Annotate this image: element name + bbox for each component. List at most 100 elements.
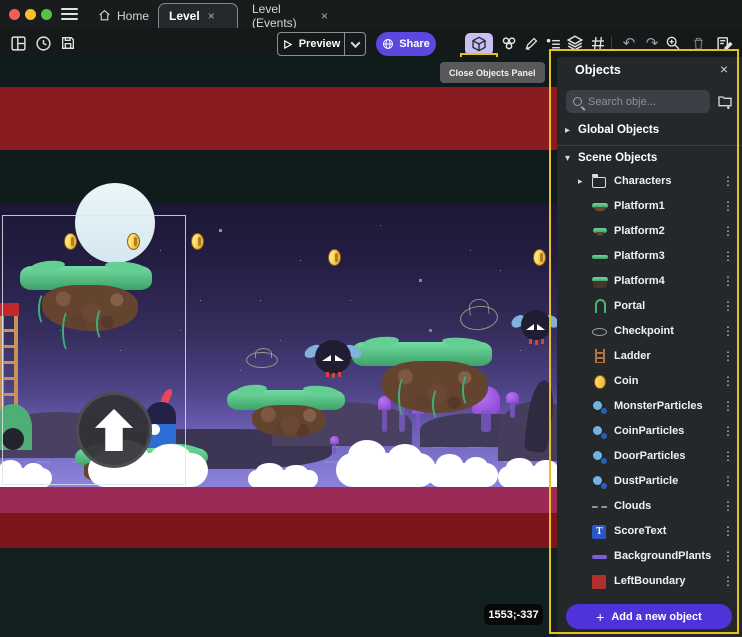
cloud-instance[interactable] (248, 470, 318, 488)
coin-instance[interactable] (328, 249, 341, 266)
group-scene-objects[interactable]: ▾ Scene Objects (557, 149, 742, 171)
add-folder-button[interactable] (717, 93, 733, 114)
add-new-object-button[interactable]: + Add a new object (566, 604, 732, 629)
object-menu-icon[interactable]: ⋮ (722, 299, 734, 313)
ground-band-decor (0, 487, 557, 513)
scene-editor-canvas[interactable]: 1553;-337 (0, 57, 557, 637)
group-global-objects[interactable]: ▸ Global Objects (557, 121, 742, 143)
object-row-Platform1[interactable]: Platform1 ⋮ (557, 195, 742, 220)
cloud-instance[interactable] (498, 466, 557, 488)
object-menu-icon[interactable]: ⋮ (722, 524, 734, 538)
window-close-button[interactable] (9, 9, 20, 20)
objects-panel-toggle-button[interactable] (465, 33, 493, 55)
object-menu-icon[interactable]: ⋮ (722, 449, 734, 463)
object-name-label: Platform1 (614, 200, 665, 212)
tab-level-active[interactable]: Level × (158, 3, 238, 28)
chevron-right-icon[interactable]: ▸ (565, 125, 570, 136)
object-groups-button[interactable] (499, 33, 519, 53)
object-row-Platform3[interactable]: Platform3 ⋮ (557, 245, 742, 270)
tab-close-icon[interactable]: × (321, 9, 328, 23)
globe-icon (382, 38, 394, 50)
object-menu-icon[interactable]: ⋮ (722, 249, 734, 263)
edit-scene-properties-button[interactable] (521, 33, 541, 53)
object-row-LeftBoundary[interactable]: LeftBoundary ⋮ (557, 570, 742, 595)
monster-instance[interactable] (306, 338, 360, 376)
cloud-instance[interactable] (336, 453, 436, 487)
version-history-button[interactable] (33, 33, 53, 53)
stars-decor (0, 57, 1, 58)
layers-button[interactable] (565, 33, 585, 53)
edit-objects-button[interactable] (714, 33, 734, 53)
object-menu-icon[interactable]: ⋮ (722, 349, 734, 363)
search-input[interactable] (588, 96, 703, 108)
object-menu-icon[interactable]: ⋮ (722, 199, 734, 213)
tab-level-events[interactable]: Level (Events) × (242, 3, 338, 28)
toggle-panels-button[interactable] (8, 33, 28, 53)
grid-button[interactable] (588, 33, 608, 53)
preview-options-button[interactable] (344, 32, 366, 56)
object-row-Platform2[interactable]: Platform2 ⋮ (557, 220, 742, 245)
object-row-DustParticle[interactable]: DustParticle ⋮ (557, 470, 742, 495)
object-menu-icon[interactable]: ⋮ (722, 424, 734, 438)
object-menu-icon[interactable]: ⋮ (722, 399, 734, 413)
object-menu-icon[interactable]: ⋮ (722, 499, 734, 513)
object-name-label: DustParticle (614, 475, 678, 487)
monster-instance[interactable] (514, 310, 556, 342)
coin-instance[interactable] (533, 249, 546, 266)
object-row-Coin[interactable]: Coin ⋮ (557, 370, 742, 395)
grid-icon (590, 35, 606, 51)
object-name-label: CoinParticles (614, 425, 684, 437)
object-menu-icon[interactable]: ⋮ (722, 474, 734, 488)
object-row-DoorParticles[interactable]: DoorParticles ⋮ (557, 445, 742, 470)
object-name-label: Platform4 (614, 275, 665, 287)
tab-home[interactable]: Home (88, 3, 154, 28)
instances-list-button[interactable] (543, 33, 563, 53)
save-button[interactable] (58, 33, 78, 53)
object-row-Checkpoint[interactable]: Checkpoint ⋮ (557, 320, 742, 345)
redo-icon: ↷ (646, 34, 659, 52)
object-search-box[interactable] (566, 90, 710, 113)
object-row-Clouds[interactable]: Clouds ⋮ (557, 495, 742, 520)
object-row-Ladder[interactable]: Ladder ⋮ (557, 345, 742, 370)
object-menu-icon[interactable]: ⋮ (722, 174, 734, 188)
object-menu-icon[interactable]: ⋮ (722, 274, 734, 288)
window-minimize-button[interactable] (25, 9, 36, 20)
object-menu-icon[interactable]: ⋮ (722, 549, 734, 563)
object-row-Portal[interactable]: Portal ⋮ (557, 295, 742, 320)
delete-button[interactable] (688, 33, 708, 53)
object-row-Platform4[interactable]: Platform4 ⋮ (557, 270, 742, 295)
close-icon[interactable]: × (715, 60, 733, 78)
top-boundary-instance[interactable] (0, 87, 557, 150)
zoom-button[interactable] (663, 33, 683, 53)
object-menu-icon[interactable]: ⋮ (722, 324, 734, 338)
main-menu-icon[interactable] (61, 8, 78, 21)
bottom-boundary-instance[interactable] (0, 513, 557, 548)
object-name-label: Portal (614, 300, 645, 312)
tab-close-icon[interactable]: × (208, 9, 215, 23)
redo-button[interactable]: ↷ (642, 33, 662, 53)
window-zoom-button[interactable] (41, 9, 52, 20)
share-button[interactable]: Share (376, 32, 436, 56)
cloud-instance[interactable] (428, 463, 498, 487)
object-menu-icon[interactable]: ⋮ (722, 574, 734, 588)
preview-button[interactable]: Preview (277, 32, 345, 56)
object-row-BackgroundPlants[interactable]: BackgroundPlants ⋮ (557, 545, 742, 570)
object-row-MonsterParticles[interactable]: MonsterParticles ⋮ (557, 395, 742, 420)
object-row-CoinParticles[interactable]: CoinParticles ⋮ (557, 420, 742, 445)
object-row-Characters[interactable]: ▸ Characters ⋮ (557, 170, 742, 195)
object-menu-icon[interactable]: ⋮ (722, 224, 734, 238)
undo-button[interactable]: ↶ (619, 33, 639, 53)
object-name-label: BackgroundPlants (614, 550, 711, 562)
tab-level-label: Level (169, 9, 200, 23)
object-thumbnail-icon (592, 249, 608, 265)
object-list: ▸ Characters ⋮ Platform1 ⋮ Platform2 ⋮ P… (557, 170, 742, 595)
zoom-in-icon (665, 35, 681, 51)
instances-list-icon (545, 35, 562, 52)
object-menu-icon[interactable]: ⋮ (722, 374, 734, 388)
object-row-ScoreText[interactable]: ScoreText ⋮ (557, 520, 742, 545)
chevron-right-icon: ▸ (578, 176, 583, 187)
chevron-down-icon[interactable]: ▾ (565, 153, 570, 164)
camera-bounds (2, 215, 186, 485)
coin-instance[interactable] (191, 233, 204, 250)
gdevelop-editor-window: Home Level × Level (Events) × Preview Sh… (0, 0, 742, 637)
